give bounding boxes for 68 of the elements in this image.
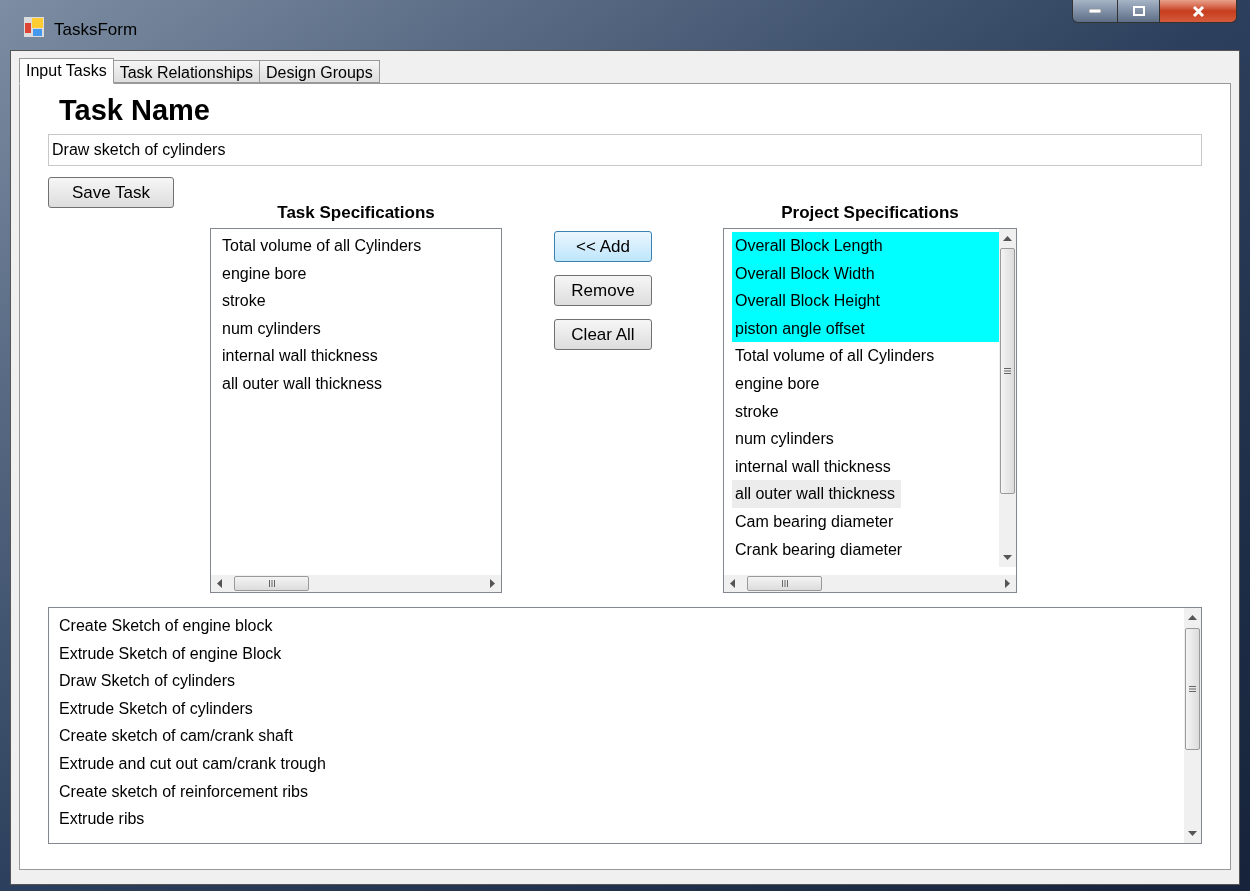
- scroll-right-icon[interactable]: [489, 579, 495, 588]
- list-item[interactable]: Draw Sketch of cylinders: [56, 667, 1184, 695]
- vertical-scrollbar[interactable]: [1184, 608, 1201, 843]
- list-item[interactable]: Overall Block Height: [732, 287, 999, 315]
- task-specifications-list[interactable]: Total volume of all Cylinders engine bore stroke num cylinders internal wall thickness all outer wall thickness: [210, 228, 502, 593]
- close-button[interactable]: [1160, 0, 1236, 22]
- task-list[interactable]: [48, 607, 1202, 844]
- close-icon: [1191, 5, 1205, 17]
- tab[interactable]: Task Relationships: [112, 60, 261, 83]
- app-icon: [24, 17, 44, 37]
- horizontal-scrollbar[interactable]: [724, 575, 1016, 592]
- vertical-scrollbar[interactable]: [999, 229, 1016, 567]
- list-item[interactable]: internal wall thickness: [732, 452, 999, 481]
- list-item[interactable]: Extrude Sketch of cylinders: [56, 694, 1184, 723]
- action-button[interactable]: << Add: [554, 231, 652, 262]
- list-item[interactable]: all outer wall thickness: [219, 369, 501, 398]
- project-specifications-heading: Project Specifications: [780, 202, 960, 224]
- list-item[interactable]: Create sketch of reinforcement ribs: [56, 777, 1184, 806]
- grip-icon: [1189, 686, 1196, 692]
- maximize-button[interactable]: [1118, 0, 1160, 22]
- scroll-thumb[interactable]: [747, 576, 822, 591]
- list-item[interactable]: Create sketch of cam/crank shaft: [56, 722, 1184, 750]
- scroll-up-icon[interactable]: [1188, 615, 1197, 621]
- scroll-up-icon[interactable]: [1003, 236, 1012, 242]
- window-title: TasksForm: [54, 19, 138, 41]
- list-item[interactable]: Crank bearing diameter: [732, 535, 999, 564]
- list-item[interactable]: Total volume of all Cylinders: [219, 232, 501, 260]
- grip-icon: [781, 580, 788, 587]
- list-item[interactable]: Overall Block Length: [732, 232, 999, 260]
- list-item[interactable]: Create Sketch of engine block: [56, 612, 1184, 640]
- maximize-icon: [1132, 6, 1145, 16]
- list-item[interactable]: stroke: [732, 397, 999, 426]
- list-item[interactable]: Extrude ribs: [56, 805, 1184, 833]
- save-task-button[interactable]: Save Task: [48, 177, 174, 208]
- list-item[interactable]: all outer wall thickness: [732, 480, 902, 508]
- list-item[interactable]: internal wall thickness: [219, 342, 501, 370]
- scroll-thumb[interactable]: [1185, 628, 1200, 750]
- grip-icon: [1004, 368, 1011, 374]
- tab[interactable]: Input Tasks: [19, 58, 114, 84]
- task-specifications-heading: Task Specifications: [276, 202, 436, 224]
- horizontal-scrollbar[interactable]: [211, 575, 501, 592]
- action-button[interactable]: Clear All: [554, 319, 652, 350]
- grip-icon: [268, 580, 275, 587]
- scroll-left-icon[interactable]: [217, 579, 223, 588]
- scroll-thumb[interactable]: [1000, 248, 1015, 494]
- scroll-down-icon[interactable]: [1003, 554, 1012, 560]
- scroll-right-icon[interactable]: [1004, 579, 1010, 588]
- list-item[interactable]: Overall Block Width: [732, 259, 999, 288]
- list-item[interactable]: Total volume of all Cylinders: [732, 342, 999, 370]
- task-name-heading: Task Name: [59, 93, 211, 128]
- list-item[interactable]: num cylinders: [219, 314, 501, 343]
- list-item[interactable]: piston angle offset: [732, 314, 999, 343]
- project-specifications-list[interactable]: [723, 228, 1017, 593]
- list-item[interactable]: engine bore: [732, 369, 999, 398]
- list-item[interactable]: Cam bearing diameter: [732, 507, 999, 536]
- list-item[interactable]: Extrude and cut out cam/crank trough: [56, 749, 1184, 778]
- task-name-field[interactable]: Draw sketch of cylinders: [48, 134, 1202, 166]
- minimize-icon: [1089, 9, 1101, 13]
- scroll-thumb[interactable]: [234, 576, 309, 591]
- list-item[interactable]: Extrude Sketch of engine Block: [56, 639, 1184, 668]
- action-button[interactable]: Remove: [554, 275, 652, 306]
- tab[interactable]: Design Groups: [259, 60, 380, 83]
- list-item[interactable]: engine bore: [219, 259, 501, 288]
- list-item[interactable]: stroke: [219, 287, 501, 315]
- minimize-button[interactable]: [1073, 0, 1118, 22]
- scroll-down-icon[interactable]: [1188, 830, 1197, 836]
- scroll-left-icon[interactable]: [730, 579, 736, 588]
- list-item[interactable]: num cylinders: [732, 425, 999, 453]
